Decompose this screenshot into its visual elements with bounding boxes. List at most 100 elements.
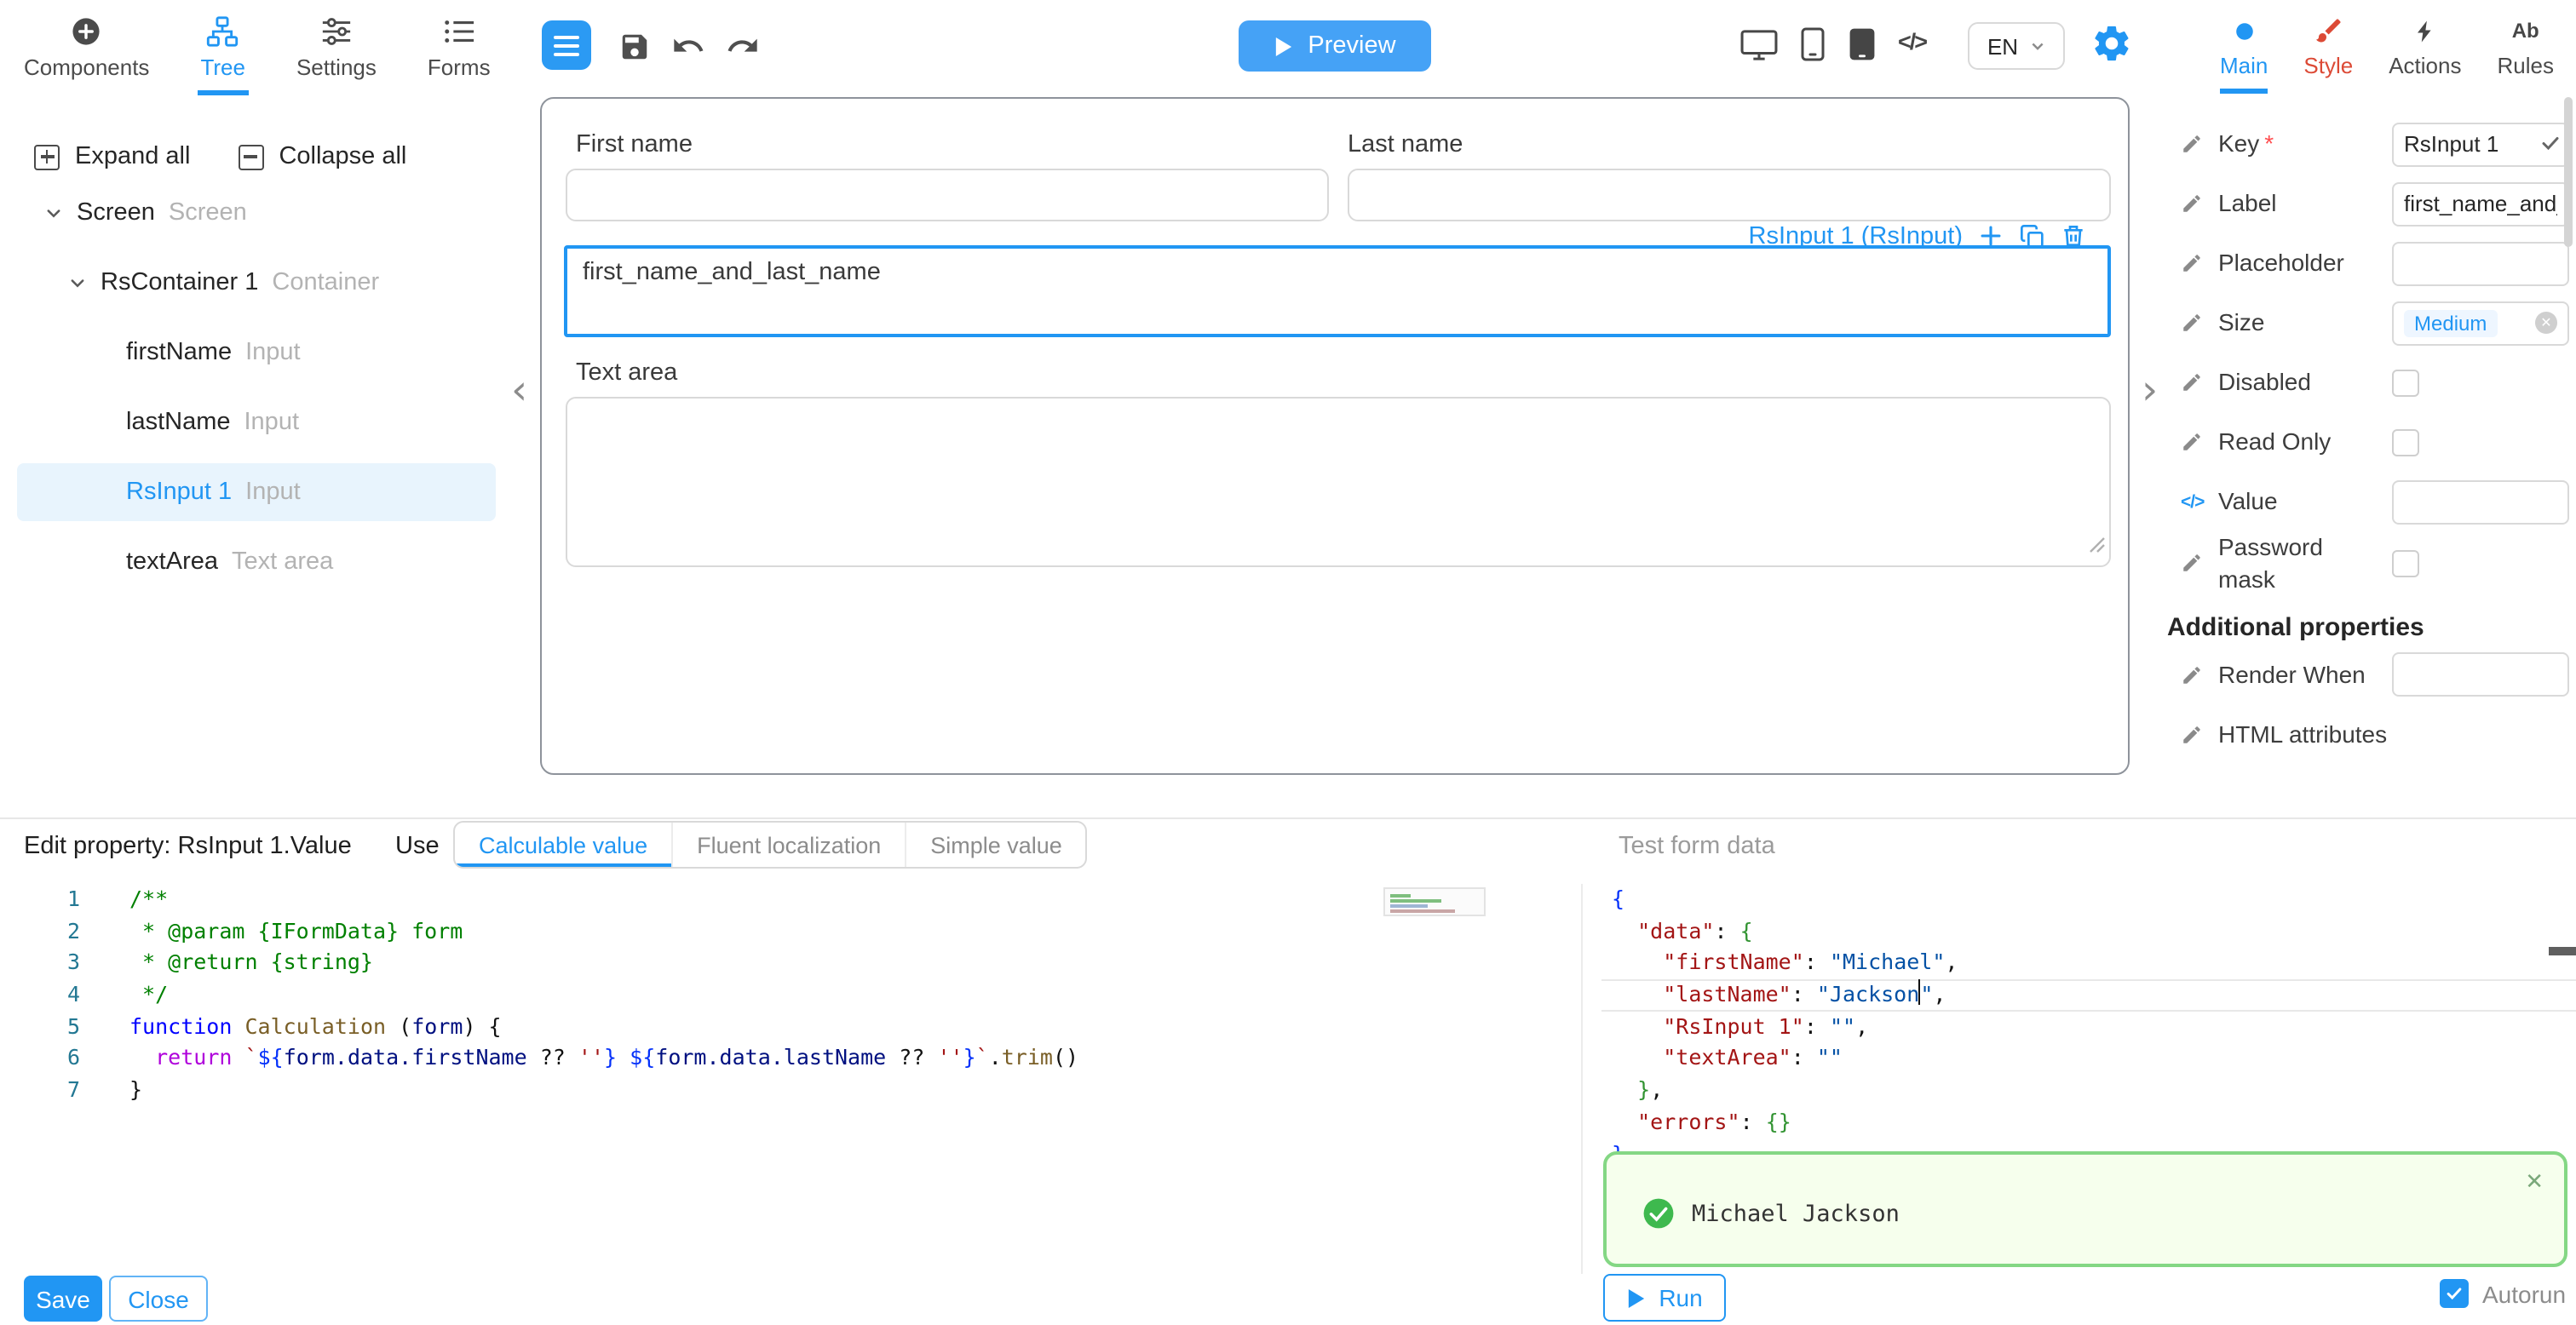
gear-icon[interactable] xyxy=(2090,22,2133,65)
json-line[interactable]: "RsInput 1": "", xyxy=(1601,1012,2576,1043)
collapse-all-button[interactable]: Collapse all xyxy=(238,143,406,170)
actions-icon xyxy=(2412,15,2438,46)
module-tab-components[interactable]: Components xyxy=(20,9,152,95)
code-line[interactable]: 2 * @param {IFormData} form xyxy=(0,915,1581,947)
value-tab-fluent-localization[interactable]: Fluent localization xyxy=(671,823,905,867)
code-view-icon[interactable]: </> xyxy=(1898,29,1926,54)
module-tab-tree[interactable]: Tree xyxy=(197,9,249,95)
right-panel-scrollbar[interactable] xyxy=(2564,97,2573,247)
property-label: Password mask xyxy=(2218,531,2392,596)
autorun-checkbox[interactable] xyxy=(2440,1279,2469,1308)
form-canvas[interactable]: First name Last name RsInput 1 (RsInput)… xyxy=(540,97,2130,775)
code-line[interactable]: 3 * @return {string} xyxy=(0,948,1581,979)
collapse-left-panel-handle[interactable]: ‹ xyxy=(511,373,527,407)
module-tab-forms[interactable]: Forms xyxy=(424,9,494,95)
code-line[interactable]: 6 return `${form.data.firstName ?? ''} $… xyxy=(0,1043,1581,1075)
close-button[interactable]: Close xyxy=(109,1276,208,1322)
close-icon[interactable]: ✕ xyxy=(2525,1168,2544,1196)
tree-item-rsinput-1[interactable]: RsInput 1Input xyxy=(17,463,496,521)
property-row-placeholder: Placeholder xyxy=(2181,233,2569,293)
autorun-control: Autorun xyxy=(2440,1279,2566,1308)
module-tabs: Components Tree Settings Forms xyxy=(20,9,494,95)
json-line[interactable]: "textArea": "" xyxy=(1601,1043,2576,1075)
page-scale-wrapper: Components Tree Settings Forms Expand all C… xyxy=(0,0,2576,1325)
redo-icon[interactable] xyxy=(726,29,760,63)
property-select-size[interactable]: Medium✕ xyxy=(2392,301,2569,345)
property-checkbox-password-mask[interactable] xyxy=(2392,550,2419,577)
expand-all-label: Expand all xyxy=(75,143,190,170)
pencil-icon[interactable] xyxy=(2181,664,2218,686)
tree-item-rscontainer-1[interactable]: RsContainer 1Container xyxy=(17,254,496,312)
tab-style[interactable]: Style xyxy=(2303,9,2353,94)
tab-main[interactable]: Main xyxy=(2220,9,2268,94)
pencil-icon[interactable] xyxy=(2181,553,2218,575)
value-tab-calculable-value[interactable]: Calculable value xyxy=(455,823,671,867)
module-tab-settings[interactable]: Settings xyxy=(293,9,380,95)
expand-all-button[interactable]: Expand all xyxy=(34,143,190,170)
tab-actions[interactable]: Actions xyxy=(2389,9,2461,94)
property-input-render-when[interactable] xyxy=(2392,653,2569,697)
minimap[interactable] xyxy=(1383,887,1486,916)
textarea-input[interactable] xyxy=(566,397,2111,567)
chevron-down-icon[interactable] xyxy=(68,273,87,292)
tree-item-lastname[interactable]: lastNameInput xyxy=(17,393,496,451)
clear-icon[interactable]: ✕ xyxy=(2535,312,2557,334)
pencil-icon[interactable] xyxy=(2181,133,2218,155)
run-button[interactable]: Run xyxy=(1603,1274,1726,1322)
resize-handle-icon[interactable] xyxy=(2089,531,2106,562)
pencil-icon[interactable] xyxy=(2181,431,2218,453)
pencil-icon[interactable] xyxy=(2181,252,2218,274)
tab-rules[interactable]: AbRules xyxy=(2497,9,2554,94)
collapse-right-panel-handle[interactable]: › xyxy=(2142,373,2158,407)
language-select[interactable]: EN xyxy=(1968,22,2065,70)
mobile-view-icon[interactable] xyxy=(1801,27,1825,61)
tablet-view-icon[interactable] xyxy=(1849,27,1876,61)
json-line[interactable]: "data": { xyxy=(1601,915,2576,947)
chevron-down-icon[interactable] xyxy=(44,204,63,222)
menu-button[interactable] xyxy=(542,20,591,70)
style-icon xyxy=(2313,15,2343,46)
components-icon xyxy=(71,15,103,48)
property-row-render-when: Render When xyxy=(2181,645,2569,705)
tree-item-firstname[interactable]: firstNameInput xyxy=(17,324,496,381)
property-input-placeholder[interactable] xyxy=(2392,241,2569,285)
selected-input-rsinput-1[interactable]: first_name_and_last_name xyxy=(564,245,2111,337)
json-line[interactable]: }, xyxy=(1601,1075,2576,1106)
property-checkbox-disabled[interactable] xyxy=(2392,369,2419,396)
edit-property-label: Edit property: RsInput 1.Value xyxy=(24,833,352,860)
desktop-view-icon[interactable] xyxy=(1739,29,1779,61)
property-checkbox-read-only[interactable] xyxy=(2392,428,2419,456)
json-line[interactable]: "lastName": "Jackson", xyxy=(1601,979,2576,1011)
code-line[interactable]: 7} xyxy=(0,1075,1581,1106)
code-line[interactable]: 1/** xyxy=(0,884,1581,915)
save-button[interactable]: Save xyxy=(24,1276,102,1322)
code-line[interactable]: 5function Calculation (form) { xyxy=(0,1012,1581,1043)
value-tab-simple-value[interactable]: Simple value xyxy=(905,823,1086,867)
undo-icon[interactable] xyxy=(671,29,705,63)
property-input-value[interactable] xyxy=(2392,479,2569,524)
json-line[interactable]: { xyxy=(1601,884,2576,915)
code-icon[interactable]: </> xyxy=(2181,491,2218,512)
pencil-icon[interactable] xyxy=(2181,312,2218,334)
property-input-label[interactable]: first_name_and_last_name xyxy=(2392,181,2569,226)
pencil-icon[interactable] xyxy=(2181,371,2218,393)
tree-item-screen[interactable]: ScreenScreen xyxy=(17,184,496,242)
tree-item-textarea[interactable]: textAreaText area xyxy=(17,533,496,591)
preview-button[interactable]: Preview xyxy=(1239,20,1431,72)
tree-item-type: Screen xyxy=(169,199,247,227)
property-label: Placeholder xyxy=(2218,247,2392,279)
last-name-input[interactable] xyxy=(1348,169,2111,221)
pencil-icon[interactable] xyxy=(2181,724,2218,746)
property-label: Key* xyxy=(2218,128,2392,160)
save-icon[interactable] xyxy=(617,29,651,63)
settings-icon xyxy=(320,15,353,48)
pencil-icon[interactable] xyxy=(2181,192,2218,215)
property-input-key[interactable]: RsInput 1 xyxy=(2392,122,2569,166)
editor-divider xyxy=(1581,884,1583,1274)
first-name-input[interactable] xyxy=(566,169,1329,221)
json-line[interactable]: "errors": {} xyxy=(1601,1107,2576,1139)
code-editor[interactable]: 1/**2 * @param {IFormData} form3 * @retu… xyxy=(0,884,1581,1274)
json-line[interactable]: "firstName": "Michael", xyxy=(1601,948,2576,979)
tree-item-label: firstName xyxy=(126,339,232,366)
code-line[interactable]: 4 */ xyxy=(0,979,1581,1011)
